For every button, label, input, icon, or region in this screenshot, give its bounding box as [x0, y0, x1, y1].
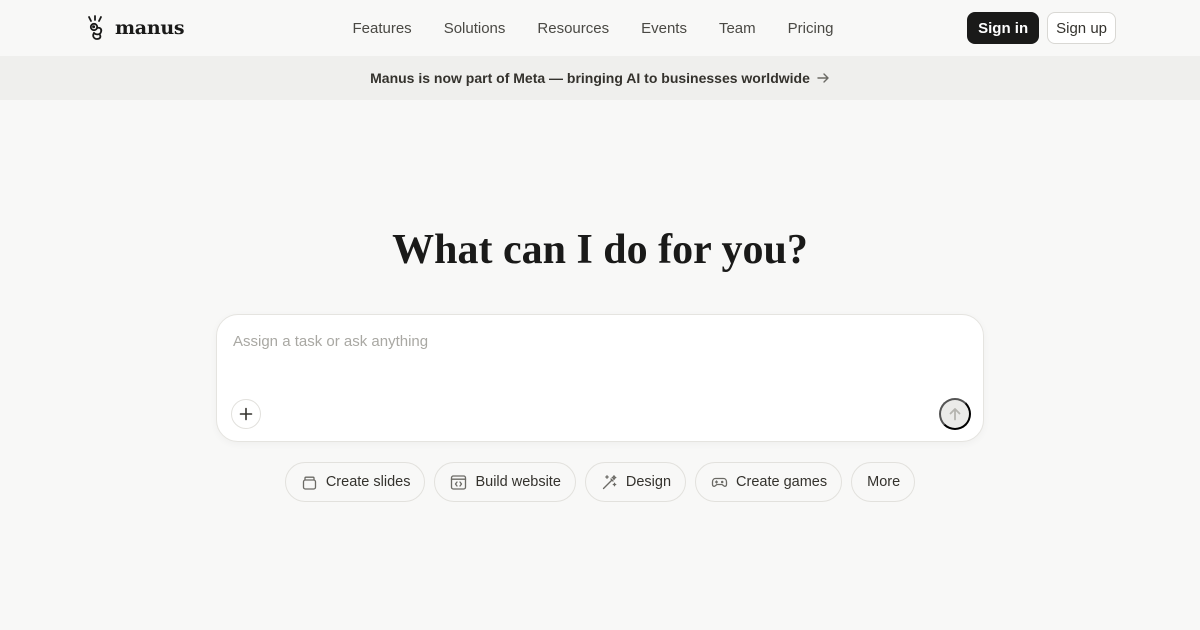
top-header: manus Features Solutions Resources Event…	[0, 0, 1200, 56]
arrow-up-icon	[949, 408, 961, 421]
chip-label: Build website	[475, 474, 561, 490]
chip-create-slides[interactable]: Create slides	[284, 462, 426, 502]
magic-wand-icon	[602, 474, 617, 489]
nav-item-features[interactable]: Features	[352, 20, 411, 37]
task-composer	[216, 314, 984, 442]
chip-build-website[interactable]: Build website	[434, 462, 576, 502]
chip-design[interactable]: Design	[584, 462, 687, 502]
manus-logo-icon	[88, 15, 103, 40]
chip-label: Create slides	[325, 474, 411, 490]
announcement-banner[interactable]: Manus is now part of Meta — bringing AI …	[0, 56, 1200, 100]
attach-button[interactable]	[231, 399, 261, 429]
nav-item-events[interactable]: Events	[641, 20, 687, 37]
plus-icon	[239, 407, 253, 421]
brand-name: manus	[115, 17, 185, 39]
chip-label: Design	[625, 474, 672, 490]
task-input[interactable]	[233, 329, 933, 353]
send-button[interactable]	[939, 398, 971, 430]
banner-text: Manus is now part of Meta — bringing AI …	[370, 70, 810, 86]
hero-title: What can I do for you?	[392, 227, 808, 273]
sign-in-button[interactable]: Sign in	[967, 12, 1040, 44]
nav-item-solutions[interactable]: Solutions	[444, 20, 506, 37]
chip-create-games[interactable]: Create games	[695, 462, 843, 502]
sign-up-button[interactable]: Sign up	[1047, 12, 1116, 44]
code-window-icon	[451, 474, 467, 490]
nav-item-resources[interactable]: Resources	[537, 20, 609, 37]
auth-buttons: Sign in Sign up	[967, 12, 1116, 44]
brand-logo[interactable]: manus	[85, 14, 185, 42]
arrow-right-icon	[817, 73, 829, 83]
gamepad-icon	[711, 477, 728, 487]
quick-actions: Create slides Build website Design Creat…	[0, 462, 1200, 502]
chip-label: More	[867, 474, 901, 490]
nav-item-team[interactable]: Team	[719, 20, 756, 37]
chip-more[interactable]: More	[851, 462, 916, 502]
chip-label: Create games	[736, 474, 828, 490]
nav-item-pricing[interactable]: Pricing	[788, 20, 834, 37]
slides-icon	[302, 476, 316, 490]
